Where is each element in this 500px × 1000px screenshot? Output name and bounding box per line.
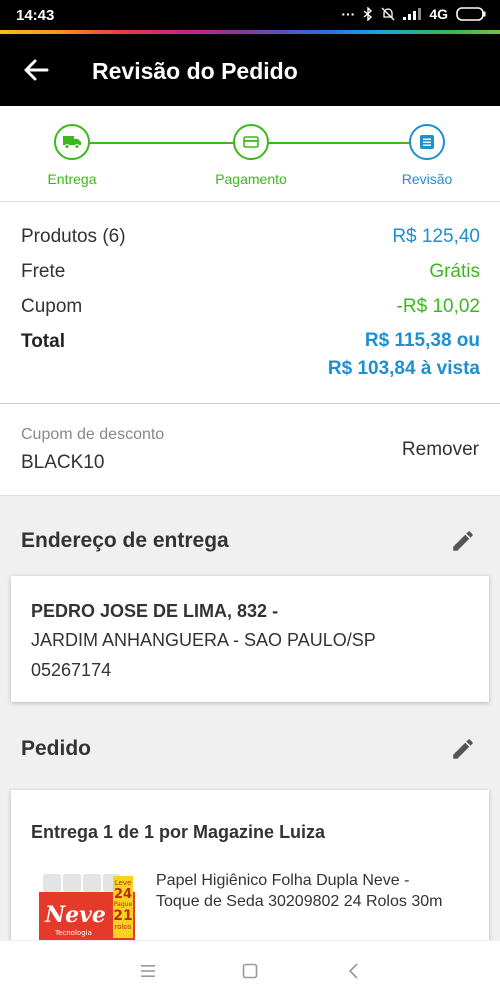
order-heading: Pedido [21, 737, 92, 760]
products-label: Produtos (6) [21, 226, 126, 247]
step-circle [233, 124, 269, 160]
address-street: PEDRO JOSE DE LIMA, 832 - [31, 601, 279, 621]
delivery-title: Entrega 1 de 1 por Magazine Luiza [31, 822, 326, 842]
coupon-summary-label: Cupom [21, 296, 83, 317]
product-image[interactable]: Neve Tecnologia Leve 24 Pague 21 rolos [39, 872, 135, 942]
status-icons: ··· 4G [341, 6, 486, 22]
badge-pague-text: Pague [114, 901, 133, 908]
edit-order-pencil-icon[interactable] [450, 736, 476, 762]
order-card: Entrega 1 de 1 por Magazine Luiza Neve T… [11, 790, 489, 950]
product-subtitle-text: Tecnologia [54, 929, 92, 937]
summary-row-products: Produtos (6) R$ 125,40 [21, 226, 480, 248]
order-summary: Produtos (6) R$ 125,40 Frete Grátis Cupo… [0, 202, 500, 404]
shipping-label: Frete [21, 261, 66, 282]
summary-row-shipping: Frete Grátis [21, 261, 480, 283]
coupon-summary-value: -R$ 10,02 [396, 296, 480, 317]
bell-off-icon [381, 7, 395, 21]
total-value-installments: R$ 115,38 ou [364, 330, 480, 351]
step-label: Entrega [47, 171, 97, 187]
back-nav-icon[interactable] [344, 961, 364, 981]
total-value: R$ 115,38 ou R$ 103,84 à vista [328, 327, 480, 383]
signal-icon [403, 8, 422, 20]
shipping-value: Grátis [429, 261, 480, 282]
battery-icon [456, 7, 486, 21]
bluetooth-icon [363, 7, 373, 21]
step-circle [409, 124, 445, 160]
coupon-section: Cupom de desconto BLACK10 Remover [0, 404, 500, 496]
product-name[interactable]: Papel Higiênico Folha Dupla Neve - Toque… [156, 870, 456, 912]
status-time: 14:43 [16, 7, 55, 24]
step-label: Pagamento [215, 171, 287, 187]
status-bar: 14:43 ··· 4G [0, 0, 500, 30]
remove-coupon-button[interactable]: Remover [402, 439, 479, 461]
app-header: Revisão do Pedido [0, 34, 500, 106]
address-heading: Endereço de entrega [21, 529, 229, 552]
badge-leve-number: 24 [114, 887, 132, 902]
summary-row-coupon: Cupom -R$ 10,02 [21, 296, 480, 318]
truck-icon [63, 136, 81, 149]
step-circle [54, 124, 90, 160]
badge-leve-text: Leve [115, 879, 132, 887]
system-nav-bar [0, 940, 500, 1000]
back-arrow-icon[interactable] [22, 56, 50, 84]
network-type: 4G [429, 6, 448, 22]
card-icon [243, 136, 259, 148]
product-brand-text: Neve [44, 902, 106, 928]
address-district-city: JARDIM ANHANGUERA - SAO PAULO/SP [31, 630, 376, 650]
address-card: PEDRO JOSE DE LIMA, 832 - JARDIM ANHANGU… [11, 576, 489, 702]
step-revisao[interactable]: Revisão [367, 124, 487, 187]
badge-rolos-text: rolos [115, 923, 132, 931]
summary-row-total: Total R$ 115,38 ou R$ 103,84 à vista [21, 330, 480, 379]
coupon-label: Cupom de desconto [21, 426, 165, 443]
step-pagamento[interactable]: Pagamento [191, 124, 311, 187]
total-label: Total [21, 331, 65, 352]
list-icon [420, 135, 434, 149]
step-entrega[interactable]: Entrega [12, 124, 132, 187]
address-zip: 05267174 [31, 660, 112, 680]
badge-pague-number: 21 [113, 908, 132, 924]
checkout-stepper: Entrega Pagamento Revisão [0, 106, 500, 202]
edit-address-pencil-icon[interactable] [450, 528, 476, 554]
home-nav-icon[interactable] [240, 961, 260, 981]
products-value: R$ 125,40 [392, 226, 480, 247]
step-label: Revisão [401, 171, 453, 187]
more-dots-icon: ··· [341, 6, 356, 22]
coupon-code: BLACK10 [21, 452, 105, 473]
page-title: Revisão do Pedido [92, 58, 298, 84]
total-value-cash: R$ 103,84 à vista [327, 358, 480, 379]
menu-nav-icon[interactable] [138, 961, 158, 981]
